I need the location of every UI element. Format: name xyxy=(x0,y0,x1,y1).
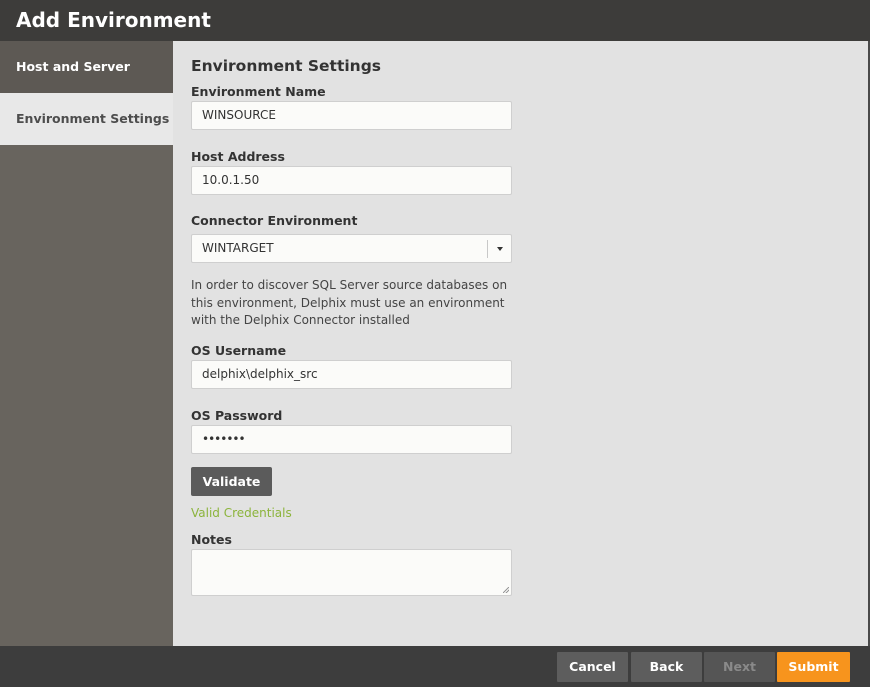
validate-button[interactable]: Validate xyxy=(191,467,272,496)
cancel-button[interactable]: Cancel xyxy=(557,652,628,682)
os-username-label: OS Username xyxy=(191,343,287,358)
sidebar-item-host-and-server[interactable]: Host and Server xyxy=(0,41,173,93)
os-username-input[interactable]: delphix\delphix_src xyxy=(191,360,512,389)
connector-environment-select[interactable]: WINTARGET xyxy=(191,234,512,263)
sidebar: Host and Server Environment Settings xyxy=(0,41,173,646)
dialog-title: Add Environment xyxy=(0,0,870,41)
environment-name-label: Environment Name xyxy=(191,84,326,99)
host-address-input[interactable]: 10.0.1.50 xyxy=(191,166,512,195)
next-button[interactable]: Next xyxy=(704,652,775,682)
connector-help-text: In order to discover SQL Server source d… xyxy=(191,278,508,327)
dialog-footer: Cancel Back Next Submit xyxy=(0,646,870,687)
back-button[interactable]: Back xyxy=(631,652,702,682)
notes-textarea[interactable] xyxy=(191,549,512,596)
notes-label: Notes xyxy=(191,532,232,547)
connector-environment-value: WINTARGET xyxy=(202,241,274,255)
select-divider xyxy=(487,240,488,258)
section-title: Environment Settings xyxy=(191,57,382,75)
os-password-input[interactable]: ••••••• xyxy=(191,425,512,454)
os-password-label: OS Password xyxy=(191,408,283,423)
resize-grip-icon[interactable] xyxy=(503,587,509,593)
connector-environment-label: Connector Environment xyxy=(191,213,358,228)
host-address-label: Host Address xyxy=(191,149,285,164)
chevron-down-icon[interactable] xyxy=(497,247,503,251)
environment-name-input[interactable]: WINSOURCE xyxy=(191,101,512,130)
main-content: Environment Settings Environment Name WI… xyxy=(173,41,868,646)
sidebar-item-environment-settings[interactable]: Environment Settings xyxy=(0,93,173,145)
submit-button[interactable]: Submit xyxy=(777,652,850,682)
valid-credentials-message: Valid Credentials xyxy=(191,506,292,520)
